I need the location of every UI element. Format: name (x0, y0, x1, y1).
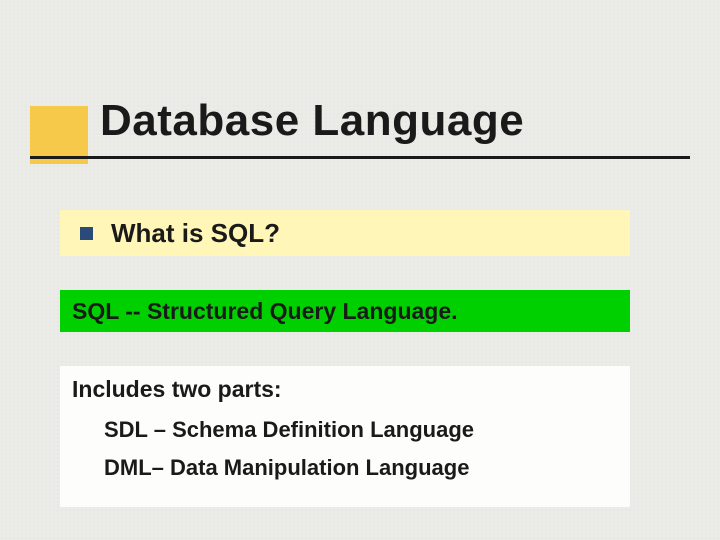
body-box: Includes two parts: SDL – Schema Definit… (60, 366, 630, 507)
answer-box: SQL -- Structured Query Language. (60, 290, 630, 332)
body-item: DML– Data Manipulation Language (104, 455, 618, 481)
body-intro: Includes two parts: (72, 376, 618, 403)
title-underline (30, 156, 690, 159)
square-bullet-icon (80, 227, 93, 240)
slide-title: Database Language (100, 96, 524, 146)
body-item: SDL – Schema Definition Language (104, 417, 618, 443)
question-box: What is SQL? (60, 210, 630, 256)
question-text: What is SQL? (111, 218, 280, 249)
answer-text: SQL -- Structured Query Language. (72, 298, 458, 325)
slide-title-block: Database Language (30, 96, 690, 166)
